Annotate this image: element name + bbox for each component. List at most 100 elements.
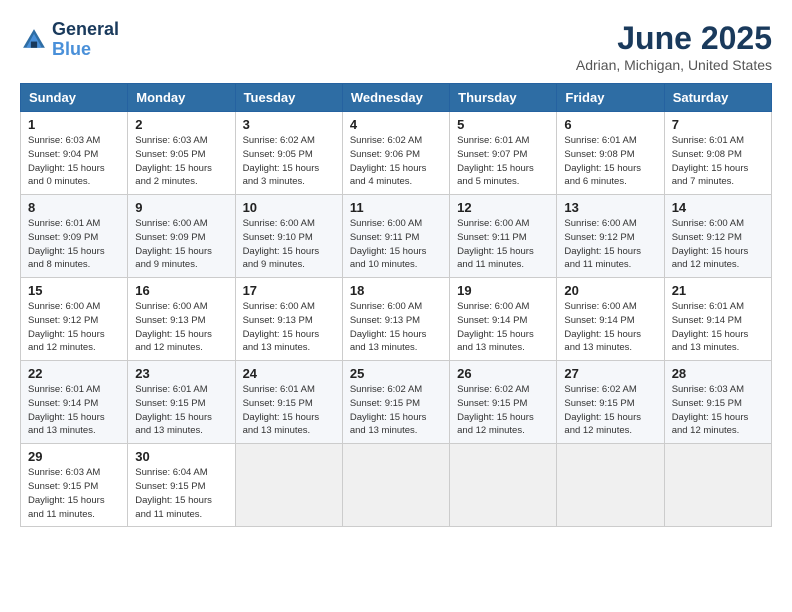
calendar-week-row: 29 Sunrise: 6:03 AM Sunset: 9:15 PM Dayl… xyxy=(21,444,772,527)
sunset-label: Sunset: 9:05 PM xyxy=(135,149,205,160)
daylight-label: Daylight: 15 hours and 0 minutes. xyxy=(28,163,105,188)
calendar-week-row: 8 Sunrise: 6:01 AM Sunset: 9:09 PM Dayli… xyxy=(21,195,772,278)
calendar-week-row: 22 Sunrise: 6:01 AM Sunset: 9:14 PM Dayl… xyxy=(21,361,772,444)
sunset-label: Sunset: 9:06 PM xyxy=(350,149,420,160)
sunrise-label: Sunrise: 6:02 AM xyxy=(564,384,636,395)
daylight-label: Daylight: 15 hours and 12 minutes. xyxy=(457,412,534,437)
day-number: 8 xyxy=(28,200,120,215)
daylight-label: Daylight: 15 hours and 13 minutes. xyxy=(457,329,534,354)
day-number: 18 xyxy=(350,283,442,298)
calendar-subtitle: Adrian, Michigan, United States xyxy=(576,57,772,73)
sunset-label: Sunset: 9:14 PM xyxy=(564,315,634,326)
sunset-label: Sunset: 9:08 PM xyxy=(564,149,634,160)
calendar-cell: 27 Sunrise: 6:02 AM Sunset: 9:15 PM Dayl… xyxy=(557,361,664,444)
sunset-label: Sunset: 9:09 PM xyxy=(28,232,98,243)
weekday-header: Saturday xyxy=(664,84,771,112)
day-number: 3 xyxy=(243,117,335,132)
daylight-label: Daylight: 15 hours and 6 minutes. xyxy=(564,163,641,188)
sunset-label: Sunset: 9:08 PM xyxy=(672,149,742,160)
sunrise-label: Sunrise: 6:00 AM xyxy=(243,301,315,312)
day-info: Sunrise: 6:04 AM Sunset: 9:15 PM Dayligh… xyxy=(135,466,227,521)
calendar-cell: 11 Sunrise: 6:00 AM Sunset: 9:11 PM Dayl… xyxy=(342,195,449,278)
logo-line1: General xyxy=(52,20,119,40)
calendar-cell: 9 Sunrise: 6:00 AM Sunset: 9:09 PM Dayli… xyxy=(128,195,235,278)
calendar-cell: 14 Sunrise: 6:00 AM Sunset: 9:12 PM Dayl… xyxy=(664,195,771,278)
calendar-cell: 30 Sunrise: 6:04 AM Sunset: 9:15 PM Dayl… xyxy=(128,444,235,527)
sunrise-label: Sunrise: 6:00 AM xyxy=(564,218,636,229)
day-info: Sunrise: 6:03 AM Sunset: 9:05 PM Dayligh… xyxy=(135,134,227,189)
day-number: 2 xyxy=(135,117,227,132)
daylight-label: Daylight: 15 hours and 9 minutes. xyxy=(135,246,212,271)
sunrise-label: Sunrise: 6:02 AM xyxy=(457,384,529,395)
day-number: 27 xyxy=(564,366,656,381)
sunset-label: Sunset: 9:12 PM xyxy=(564,232,634,243)
day-info: Sunrise: 6:00 AM Sunset: 9:13 PM Dayligh… xyxy=(350,300,442,355)
day-info: Sunrise: 6:01 AM Sunset: 9:15 PM Dayligh… xyxy=(243,383,335,438)
sunset-label: Sunset: 9:13 PM xyxy=(350,315,420,326)
sunrise-label: Sunrise: 6:00 AM xyxy=(135,301,207,312)
calendar-cell: 6 Sunrise: 6:01 AM Sunset: 9:08 PM Dayli… xyxy=(557,112,664,195)
daylight-label: Daylight: 15 hours and 13 minutes. xyxy=(350,329,427,354)
sunrise-label: Sunrise: 6:04 AM xyxy=(135,467,207,478)
sunrise-label: Sunrise: 6:00 AM xyxy=(457,218,529,229)
daylight-label: Daylight: 15 hours and 8 minutes. xyxy=(28,246,105,271)
calendar-week-row: 1 Sunrise: 6:03 AM Sunset: 9:04 PM Dayli… xyxy=(21,112,772,195)
sunrise-label: Sunrise: 6:01 AM xyxy=(457,135,529,146)
day-number: 19 xyxy=(457,283,549,298)
calendar-cell: 12 Sunrise: 6:00 AM Sunset: 9:11 PM Dayl… xyxy=(450,195,557,278)
daylight-label: Daylight: 15 hours and 9 minutes. xyxy=(243,246,320,271)
title-section: June 2025 Adrian, Michigan, United State… xyxy=(576,20,772,73)
day-info: Sunrise: 6:00 AM Sunset: 9:10 PM Dayligh… xyxy=(243,217,335,272)
day-number: 4 xyxy=(350,117,442,132)
calendar-cell: 19 Sunrise: 6:00 AM Sunset: 9:14 PM Dayl… xyxy=(450,278,557,361)
daylight-label: Daylight: 15 hours and 13 minutes. xyxy=(350,412,427,437)
sunset-label: Sunset: 9:15 PM xyxy=(135,481,205,492)
daylight-label: Daylight: 15 hours and 11 minutes. xyxy=(457,246,534,271)
sunrise-label: Sunrise: 6:00 AM xyxy=(350,301,422,312)
daylight-label: Daylight: 15 hours and 11 minutes. xyxy=(135,495,212,520)
sunrise-label: Sunrise: 6:01 AM xyxy=(564,135,636,146)
weekday-header: Thursday xyxy=(450,84,557,112)
calendar-cell: 5 Sunrise: 6:01 AM Sunset: 9:07 PM Dayli… xyxy=(450,112,557,195)
daylight-label: Daylight: 15 hours and 3 minutes. xyxy=(243,163,320,188)
sunset-label: Sunset: 9:14 PM xyxy=(672,315,742,326)
sunset-label: Sunset: 9:14 PM xyxy=(28,398,98,409)
day-info: Sunrise: 6:03 AM Sunset: 9:15 PM Dayligh… xyxy=(672,383,764,438)
calendar-cell: 21 Sunrise: 6:01 AM Sunset: 9:14 PM Dayl… xyxy=(664,278,771,361)
daylight-label: Daylight: 15 hours and 13 minutes. xyxy=(135,412,212,437)
daylight-label: Daylight: 15 hours and 13 minutes. xyxy=(564,329,641,354)
sunset-label: Sunset: 9:15 PM xyxy=(672,398,742,409)
sunset-label: Sunset: 9:04 PM xyxy=(28,149,98,160)
logo-text: General Blue xyxy=(52,20,119,60)
calendar-cell: 20 Sunrise: 6:00 AM Sunset: 9:14 PM Dayl… xyxy=(557,278,664,361)
sunrise-label: Sunrise: 6:01 AM xyxy=(243,384,315,395)
day-info: Sunrise: 6:01 AM Sunset: 9:08 PM Dayligh… xyxy=(564,134,656,189)
daylight-label: Daylight: 15 hours and 13 minutes. xyxy=(243,412,320,437)
sunset-label: Sunset: 9:11 PM xyxy=(350,232,420,243)
daylight-label: Daylight: 15 hours and 13 minutes. xyxy=(28,412,105,437)
day-info: Sunrise: 6:02 AM Sunset: 9:15 PM Dayligh… xyxy=(350,383,442,438)
sunset-label: Sunset: 9:15 PM xyxy=(457,398,527,409)
daylight-label: Daylight: 15 hours and 12 minutes. xyxy=(672,246,749,271)
sunset-label: Sunset: 9:14 PM xyxy=(457,315,527,326)
day-number: 6 xyxy=(564,117,656,132)
calendar-cell: 23 Sunrise: 6:01 AM Sunset: 9:15 PM Dayl… xyxy=(128,361,235,444)
day-info: Sunrise: 6:00 AM Sunset: 9:12 PM Dayligh… xyxy=(672,217,764,272)
sunrise-label: Sunrise: 6:02 AM xyxy=(350,135,422,146)
calendar-cell: 18 Sunrise: 6:00 AM Sunset: 9:13 PM Dayl… xyxy=(342,278,449,361)
sunset-label: Sunset: 9:13 PM xyxy=(135,315,205,326)
daylight-label: Daylight: 15 hours and 12 minutes. xyxy=(135,329,212,354)
day-number: 10 xyxy=(243,200,335,215)
day-info: Sunrise: 6:01 AM Sunset: 9:07 PM Dayligh… xyxy=(457,134,549,189)
day-info: Sunrise: 6:03 AM Sunset: 9:04 PM Dayligh… xyxy=(28,134,120,189)
day-info: Sunrise: 6:01 AM Sunset: 9:09 PM Dayligh… xyxy=(28,217,120,272)
day-number: 28 xyxy=(672,366,764,381)
day-number: 26 xyxy=(457,366,549,381)
sunrise-label: Sunrise: 6:02 AM xyxy=(243,135,315,146)
day-info: Sunrise: 6:00 AM Sunset: 9:14 PM Dayligh… xyxy=(457,300,549,355)
sunset-label: Sunset: 9:09 PM xyxy=(135,232,205,243)
daylight-label: Daylight: 15 hours and 12 minutes. xyxy=(28,329,105,354)
sunrise-label: Sunrise: 6:01 AM xyxy=(672,135,744,146)
sunrise-label: Sunrise: 6:00 AM xyxy=(457,301,529,312)
sunset-label: Sunset: 9:15 PM xyxy=(243,398,313,409)
